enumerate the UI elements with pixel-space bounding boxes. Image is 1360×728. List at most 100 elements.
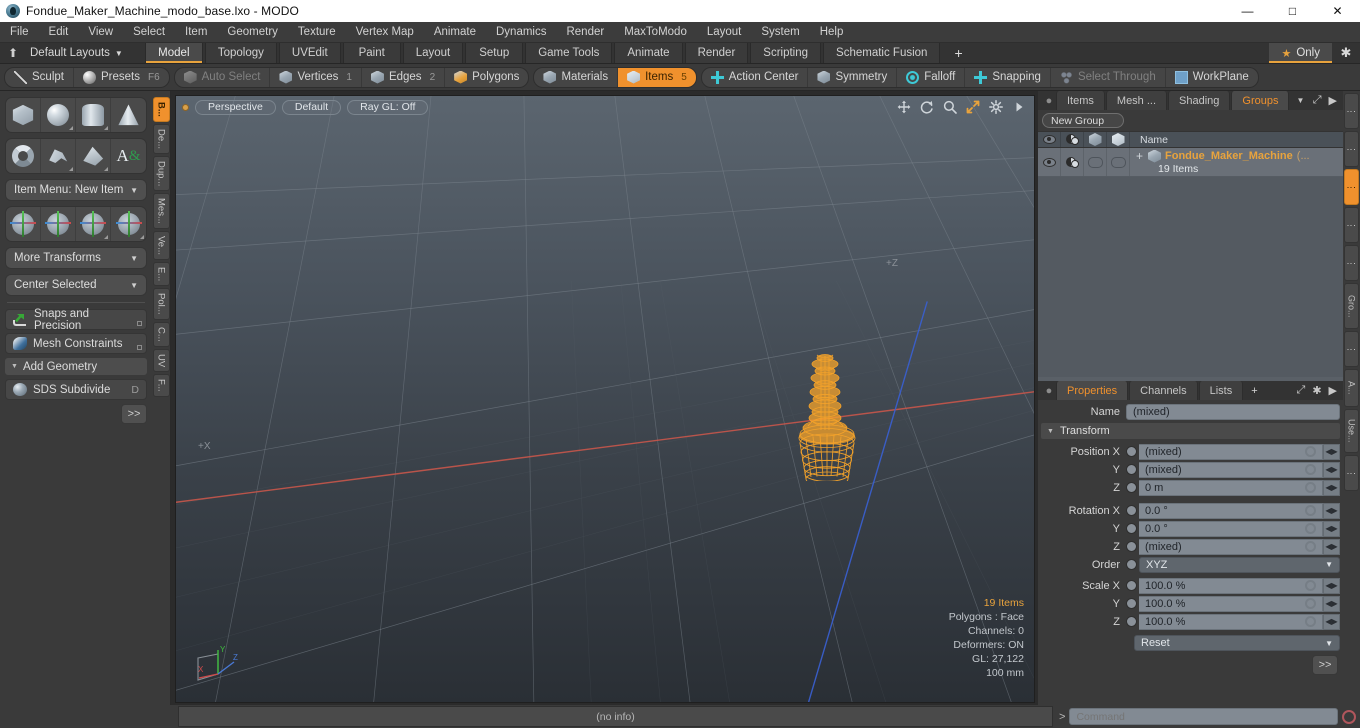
play-arrow-icon[interactable]: ▶ bbox=[1329, 384, 1337, 397]
order-select[interactable]: XYZ ▼ bbox=[1139, 556, 1340, 573]
tab-groups[interactable]: Groups bbox=[1231, 91, 1290, 110]
polygon-primitive-button[interactable] bbox=[76, 139, 111, 173]
fondue-maker-model[interactable] bbox=[780, 346, 875, 481]
vtab-curve[interactable]: C... bbox=[152, 322, 170, 347]
tab-animate[interactable]: Animate bbox=[614, 43, 683, 63]
rotation-x-field[interactable]: 0.0 ° bbox=[1139, 502, 1323, 519]
channel-dot-icon[interactable] bbox=[1305, 616, 1316, 627]
default-layouts-dropdown[interactable]: Default Layouts ▼ bbox=[26, 43, 133, 63]
tab-topology[interactable]: Topology bbox=[204, 43, 277, 63]
rtab-groups[interactable]: Gro... bbox=[1344, 283, 1359, 329]
row-visibility-toggle[interactable] bbox=[1038, 148, 1061, 176]
menu-file[interactable]: File bbox=[0, 22, 39, 43]
vtab-mesh[interactable]: Mes... bbox=[152, 193, 170, 230]
panel-menu-dot-icon[interactable]: ● bbox=[1042, 91, 1056, 110]
shading-mode-button[interactable]: Default bbox=[281, 99, 342, 115]
move-icon[interactable] bbox=[897, 100, 911, 114]
scale-y-field[interactable]: 100.0 % bbox=[1139, 595, 1323, 612]
expand-panel-icon[interactable]: ⤢ bbox=[1313, 94, 1322, 107]
position-z-radio[interactable] bbox=[1126, 482, 1137, 493]
cylinder-primitive-button[interactable] bbox=[76, 98, 111, 132]
channel-dot-icon[interactable] bbox=[1305, 598, 1316, 609]
position-z-stepper[interactable]: ◀▶ bbox=[1323, 479, 1340, 496]
center-selected-dropdown[interactable]: Center Selected ▼ bbox=[5, 274, 147, 296]
order-radio[interactable] bbox=[1126, 559, 1137, 570]
rotation-x-radio[interactable] bbox=[1126, 505, 1137, 516]
tab-layout[interactable]: Layout bbox=[402, 43, 464, 63]
record-macro-icon[interactable] bbox=[1342, 709, 1356, 724]
rotation-y-stepper[interactable]: ◀▶ bbox=[1323, 520, 1340, 537]
rotation-z-field[interactable]: (mixed) bbox=[1139, 538, 1323, 555]
position-x-stepper[interactable]: ◀▶ bbox=[1323, 443, 1340, 460]
scale-z-field[interactable]: 100.0 % bbox=[1139, 613, 1323, 630]
only-toggle-button[interactable]: ★ Only bbox=[1269, 43, 1332, 63]
position-z-field[interactable]: 0 m bbox=[1139, 479, 1323, 496]
tab-properties[interactable]: Properties bbox=[1056, 381, 1129, 400]
vertices-mode-button[interactable]: Vertices 1 bbox=[270, 67, 362, 87]
menu-item[interactable]: Item bbox=[175, 22, 217, 43]
edges-mode-button[interactable]: Edges 2 bbox=[362, 67, 446, 87]
scale-y-stepper[interactable]: ◀▶ bbox=[1323, 595, 1340, 612]
rtab-7[interactable]: ⋮ bbox=[1344, 331, 1359, 367]
lock-column-header[interactable] bbox=[1084, 132, 1107, 147]
tab-scripting[interactable]: Scripting bbox=[750, 43, 822, 63]
position-x-radio[interactable] bbox=[1126, 446, 1137, 457]
menu-texture[interactable]: Texture bbox=[288, 22, 346, 43]
table-row[interactable]: + Fondue_Maker_Machine (... 19 Items bbox=[1038, 148, 1343, 177]
name-field[interactable]: (mixed) bbox=[1126, 403, 1340, 420]
left-panel-expand-button[interactable]: >> bbox=[121, 404, 147, 424]
vtab-basic[interactable]: B... bbox=[152, 97, 170, 122]
material-column-header[interactable] bbox=[1061, 132, 1084, 147]
scale-x-radio[interactable] bbox=[1126, 580, 1137, 591]
vtab-uv[interactable]: UV bbox=[152, 348, 170, 372]
menu-system[interactable]: System bbox=[751, 22, 809, 43]
scale-x-field[interactable]: 100.0 % bbox=[1139, 577, 1323, 594]
presets-button[interactable]: Presets F6 bbox=[74, 68, 169, 87]
move-tool-button[interactable] bbox=[6, 207, 41, 241]
mesh-constraints-button[interactable]: Mesh Constraints bbox=[5, 333, 147, 354]
polygons-mode-button[interactable]: Polygons bbox=[445, 68, 528, 87]
channel-dot-icon[interactable] bbox=[1305, 523, 1316, 534]
item-menu-dropdown[interactable]: Item Menu: New Item ▼ bbox=[5, 179, 147, 201]
sculpt-button[interactable]: Sculpt bbox=[5, 67, 74, 87]
scale-z-stepper[interactable]: ◀▶ bbox=[1323, 613, 1340, 630]
menu-layout[interactable]: Layout bbox=[697, 22, 752, 43]
curve-primitive-button[interactable] bbox=[41, 139, 76, 173]
rtab-2[interactable]: ⋮ bbox=[1344, 131, 1359, 167]
text-primitive-button[interactable]: A & bbox=[111, 139, 146, 173]
menu-render[interactable]: Render bbox=[556, 22, 614, 43]
rotation-y-field[interactable]: 0.0 ° bbox=[1139, 520, 1323, 537]
channel-dot-icon[interactable] bbox=[1305, 464, 1316, 475]
workplane-button[interactable]: WorkPlane bbox=[1166, 68, 1258, 87]
tab-channels[interactable]: Channels bbox=[1129, 381, 1198, 400]
raygl-toggle-button[interactable]: Ray GL: Off bbox=[347, 99, 429, 115]
reset-dropdown[interactable]: Reset ▼ bbox=[1134, 635, 1340, 651]
cube-primitive-button[interactable] bbox=[6, 98, 41, 132]
tab-render[interactable]: Render bbox=[684, 43, 749, 63]
tab-uvedit[interactable]: UVEdit bbox=[278, 43, 341, 63]
vtab-deform[interactable]: De... bbox=[152, 123, 170, 154]
symmetry-button[interactable]: Symmetry bbox=[808, 67, 898, 87]
add-tab-button[interactable]: + bbox=[942, 43, 974, 63]
rotation-z-stepper[interactable]: ◀▶ bbox=[1323, 538, 1340, 555]
channel-dot-icon[interactable] bbox=[1305, 580, 1316, 591]
add-properties-tab-button[interactable]: + bbox=[1244, 381, 1264, 400]
vtab-polygon[interactable]: Pol... bbox=[152, 288, 170, 321]
more-transforms-dropdown[interactable]: More Transforms ▼ bbox=[5, 247, 147, 269]
menu-dynamics[interactable]: Dynamics bbox=[486, 22, 556, 43]
snaps-and-precision-button[interactable]: Snaps and Precision bbox=[5, 308, 147, 332]
perspective-viewport[interactable]: Perspective Default Ray GL: Off +X +Z 19… bbox=[175, 95, 1035, 703]
tab-lists[interactable]: Lists bbox=[1198, 381, 1244, 400]
minimize-button[interactable]: — bbox=[1225, 0, 1270, 22]
rotation-y-radio[interactable] bbox=[1126, 523, 1137, 534]
falloff-button[interactable]: Falloff bbox=[897, 67, 966, 87]
axis-orientation-gizmo[interactable]: Y X Z bbox=[188, 644, 244, 688]
add-geometry-section-header[interactable]: ▼ Add Geometry bbox=[5, 358, 147, 375]
menu-select[interactable]: Select bbox=[123, 22, 175, 43]
position-y-stepper[interactable]: ◀▶ bbox=[1323, 461, 1340, 478]
zoom-icon[interactable] bbox=[943, 100, 957, 114]
expand-icon[interactable]: + bbox=[1136, 149, 1143, 163]
row-material-toggle[interactable] bbox=[1061, 148, 1084, 176]
scale-x-stepper[interactable]: ◀▶ bbox=[1323, 577, 1340, 594]
cone-primitive-button[interactable] bbox=[111, 98, 146, 132]
